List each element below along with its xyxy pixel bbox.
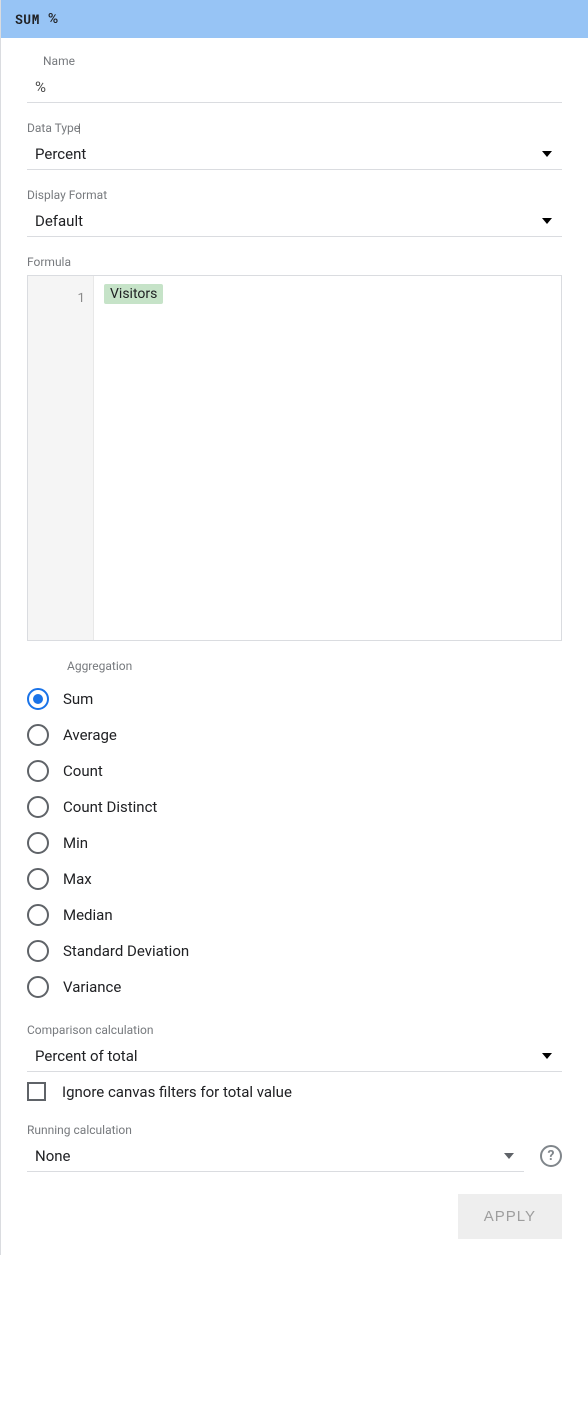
data-type-label: Data Type — [27, 121, 562, 135]
data-type-dropdown[interactable]: Percent — [27, 141, 562, 170]
aggregation-option-count-distinct[interactable]: Count Distinct — [27, 789, 562, 825]
radio-label: Median — [63, 906, 113, 924]
footer: APPLY — [27, 1194, 562, 1239]
chevron-down-icon — [542, 218, 552, 224]
aggregation-option-median[interactable]: Median — [27, 897, 562, 933]
formula-field-group: Formula 1 Visitors — [27, 255, 562, 641]
aggregation-section: Aggregation Sum Average Count Count Distinc… — [27, 659, 562, 1005]
chevron-down-icon — [504, 1153, 514, 1159]
radio-label: Count — [63, 762, 103, 780]
aggregation-option-count[interactable]: Count — [27, 753, 562, 789]
radio-icon — [27, 976, 49, 998]
radio-icon — [27, 868, 49, 890]
checkbox-icon — [27, 1082, 46, 1101]
formula-token[interactable]: Visitors — [104, 284, 163, 304]
radio-icon — [27, 688, 49, 710]
running-value: None — [31, 1147, 71, 1165]
aggregation-label: Aggregation — [67, 659, 562, 673]
radio-label: Sum — [63, 690, 93, 708]
ignore-filters-label: Ignore canvas filters for total value — [62, 1083, 292, 1101]
radio-icon — [27, 940, 49, 962]
field-header: SUM % — [1, 0, 588, 38]
comparison-value: Percent of total — [31, 1047, 138, 1065]
radio-icon — [27, 796, 49, 818]
aggregation-option-average[interactable]: Average — [27, 717, 562, 753]
comparison-section: Comparison calculation Percent of total … — [27, 1023, 562, 1105]
display-format-label: Display Format — [27, 188, 562, 202]
radio-label: Average — [63, 726, 117, 744]
line-number: 1 — [77, 288, 85, 306]
aggregation-option-min[interactable]: Min — [27, 825, 562, 861]
radio-label: Variance — [63, 978, 121, 996]
name-value: % — [31, 78, 46, 96]
running-label: Running calculation — [27, 1123, 562, 1137]
chevron-down-icon — [542, 1053, 552, 1059]
radio-label: Max — [63, 870, 92, 888]
running-section: Running calculation None ? — [27, 1123, 562, 1172]
radio-label: Count Distinct — [63, 798, 157, 816]
radio-label: Min — [63, 834, 88, 852]
display-format-value: Default — [31, 212, 83, 230]
aggregation-badge: SUM — [15, 10, 40, 28]
radio-icon — [27, 724, 49, 746]
ignore-filters-checkbox[interactable]: Ignore canvas filters for total value — [27, 1072, 562, 1105]
formula-gutter: 1 — [28, 276, 94, 640]
field-name-header: % — [48, 11, 58, 27]
running-dropdown[interactable]: None — [27, 1143, 524, 1172]
comparison-dropdown[interactable]: Percent of total — [27, 1043, 562, 1072]
aggregation-option-sum[interactable]: Sum — [27, 681, 562, 717]
name-label: Name — [43, 54, 562, 68]
name-field-group: Name % — [27, 54, 562, 103]
apply-button[interactable]: APPLY — [458, 1194, 562, 1239]
data-type-value: Percent — [31, 145, 86, 163]
display-format-dropdown[interactable]: Default — [27, 208, 562, 237]
help-icon[interactable]: ? — [540, 1145, 562, 1167]
radio-label: Standard Deviation — [63, 942, 189, 960]
display-format-field-group: Display Format Default — [27, 188, 562, 237]
name-input[interactable]: % — [27, 74, 562, 103]
formula-content: Visitors — [94, 276, 561, 640]
comparison-label: Comparison calculation — [27, 1023, 562, 1037]
chevron-down-icon — [542, 151, 552, 157]
data-type-field-group: Data Type Percent — [27, 121, 562, 170]
formula-label: Formula — [27, 255, 562, 269]
aggregation-option-max[interactable]: Max — [27, 861, 562, 897]
aggregation-radio-group: Sum Average Count Count Distinct Min Max Media… — [27, 681, 562, 1005]
aggregation-option-variance[interactable]: Variance — [27, 969, 562, 1005]
radio-icon — [27, 904, 49, 926]
formula-editor[interactable]: 1 Visitors — [27, 275, 562, 641]
aggregation-option-standard-deviation[interactable]: Standard Deviation — [27, 933, 562, 969]
radio-icon — [27, 760, 49, 782]
radio-icon — [27, 832, 49, 854]
